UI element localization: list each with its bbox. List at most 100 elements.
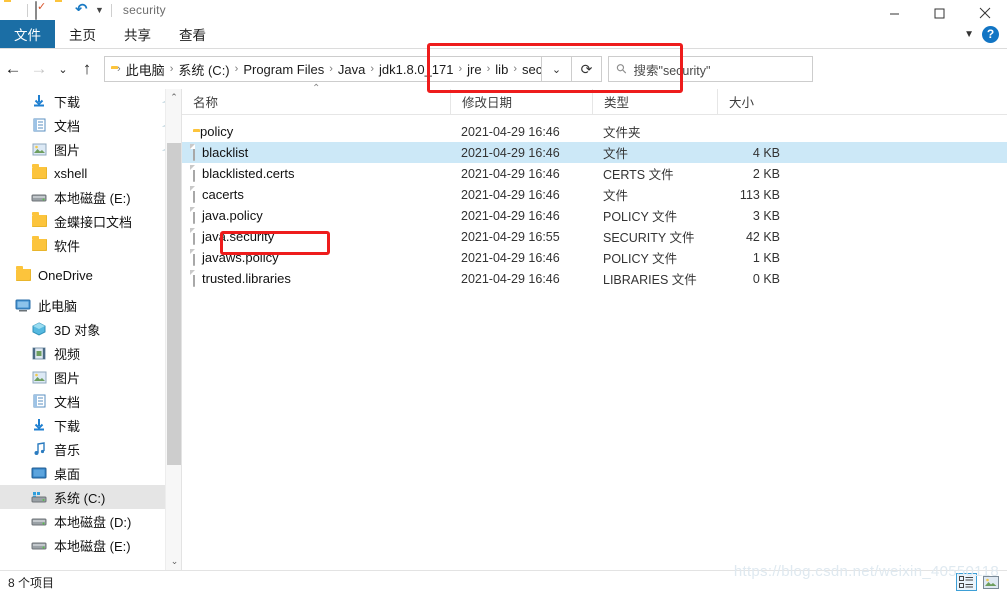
file-name-cell[interactable]: java.security: [182, 228, 450, 245]
sidebar-item-this-pc[interactable]: 此电脑: [0, 293, 182, 317]
sidebar-item-onedrive[interactable]: OneDrive: [0, 263, 182, 287]
scroll-up-icon[interactable]: ⌃: [166, 89, 182, 106]
folder-icon[interactable]: [4, 2, 20, 18]
forward-button[interactable]: →: [26, 56, 52, 82]
sidebar-item-pictures-pc[interactable]: 图片: [0, 365, 182, 389]
undo-icon[interactable]: ↶: [75, 2, 91, 18]
tab-view[interactable]: 查看: [165, 20, 220, 48]
table-row[interactable]: trusted.libraries 2021-04-29 16:46 LIBRA…: [182, 268, 1007, 289]
address-dropdown-icon[interactable]: ⌄: [542, 56, 572, 82]
address-bar-row: ← → ⌄ ↑ › 此电脑 › 系统 (C:) › Program Files …: [0, 49, 1007, 89]
sidebar-item-videos[interactable]: 视频: [0, 341, 182, 365]
sidebar-item-label: 视频: [54, 346, 81, 362]
breadcrumb-item-1[interactable]: 系统 (C:): [175, 60, 232, 79]
sidebar-item-3d-objects[interactable]: 3D 对象: [0, 317, 182, 341]
table-row[interactable]: policy 2021-04-29 16:46 文件夹: [182, 121, 1007, 142]
tab-share[interactable]: 共享: [110, 20, 165, 48]
sidebar-item-documents-pc[interactable]: 文档: [0, 389, 182, 413]
help-icon[interactable]: ?: [982, 25, 999, 43]
file-name-cell[interactable]: cacerts: [182, 186, 450, 203]
column-headers: 名称 ⌃ 修改日期 类型 大小: [182, 83, 1007, 115]
breadcrumb-item-4[interactable]: jdk1.8.0_171: [376, 62, 456, 77]
file-name-label: blacklist: [202, 145, 249, 160]
desktop-icon: [30, 467, 48, 479]
scrollbar-thumb[interactable]: [167, 143, 182, 465]
sidebar-item-downloads-pc[interactable]: 下载: [0, 413, 182, 437]
sidebar-item-label: 音乐: [54, 442, 81, 458]
new-folder-icon[interactable]: [55, 2, 71, 18]
tab-file[interactable]: 文件: [0, 20, 55, 48]
back-button[interactable]: ←: [0, 56, 26, 82]
properties-icon[interactable]: [35, 1, 51, 20]
up-button[interactable]: ↑: [74, 56, 100, 82]
breadcrumb-item-3[interactable]: Java: [335, 62, 368, 77]
breadcrumb-item-5[interactable]: jre: [464, 62, 484, 77]
customize-caret-icon[interactable]: ▼: [95, 5, 104, 15]
sidebar-item-label: 图片: [54, 370, 81, 386]
file-type-cell: SECURITY 文件: [603, 231, 695, 245]
sidebar-scrollbar[interactable]: ⌃ ⌄: [165, 89, 182, 570]
breadcrumb-item-2[interactable]: Program Files: [240, 62, 327, 77]
file-date-cell: 2021-04-29 16:46: [461, 124, 560, 139]
sidebar-item-desktop[interactable]: 桌面: [0, 461, 182, 485]
sidebar-item-local-disk-e2[interactable]: 本地磁盘 (E:): [0, 533, 182, 557]
table-row[interactable]: java.policy 2021-04-29 16:46 POLICY 文件 3…: [182, 205, 1007, 226]
sidebar-item-local-disk-e[interactable]: 本地磁盘 (E:): [0, 185, 182, 209]
breadcrumb-item-0[interactable]: 此电脑: [123, 60, 168, 79]
sidebar-item-label: 金蝶接口文档: [54, 214, 133, 230]
table-row[interactable]: blacklisted.certs 2021-04-29 16:46 CERTS…: [182, 163, 1007, 184]
table-row[interactable]: blacklist 2021-04-29 16:46 文件 4 KB: [182, 142, 1007, 163]
column-header-date[interactable]: 修改日期: [450, 88, 592, 115]
breadcrumb-item-6[interactable]: lib: [492, 62, 511, 77]
sidebar-item-xshell[interactable]: xshell: [0, 161, 182, 185]
file-name-cell[interactable]: blacklist: [182, 144, 450, 161]
file-name-cell[interactable]: javaws.policy: [182, 249, 450, 266]
file-name-cell[interactable]: blacklisted.certs: [182, 165, 450, 182]
scroll-down-icon[interactable]: ⌄: [166, 553, 182, 570]
3d-objects-icon: [30, 322, 48, 336]
file-type-cell: 文件: [603, 147, 629, 161]
file-name-cell[interactable]: java.policy: [182, 207, 450, 224]
search-input[interactable]: ⚲ 搜索"security": [608, 56, 813, 82]
folder-icon: [30, 236, 48, 251]
chevron-down-icon[interactable]: ▼: [964, 29, 974, 40]
column-header-size[interactable]: 大小: [717, 88, 792, 115]
window-title: security: [122, 3, 166, 17]
file-rows: policy 2021-04-29 16:46 文件夹 blacklist 20…: [182, 115, 1007, 289]
column-header-type[interactable]: 类型: [592, 88, 717, 115]
sidebar-item-software[interactable]: 软件: [0, 233, 182, 257]
refresh-icon[interactable]: ⟳: [572, 56, 602, 82]
file-name-label: trusted.libraries: [202, 271, 291, 286]
column-header-name[interactable]: 名称 ⌃: [182, 83, 450, 115]
sidebar-item-downloads[interactable]: 下载 📌: [0, 89, 182, 113]
file-name-cell[interactable]: trusted.libraries: [182, 270, 450, 287]
sidebar-item-label: 文档: [54, 394, 81, 410]
sidebar-item-local-disk-d[interactable]: 本地磁盘 (D:): [0, 509, 182, 533]
file-icon: [193, 186, 195, 203]
sidebar-item-kingdee-docs[interactable]: 金蝶接口文档: [0, 209, 182, 233]
tab-home[interactable]: 主页: [55, 20, 110, 48]
table-row[interactable]: javaws.policy 2021-04-29 16:46 POLICY 文件…: [182, 247, 1007, 268]
file-date-cell: 2021-04-29 16:46: [461, 271, 560, 286]
sidebar-item-documents[interactable]: 文档 📌: [0, 113, 182, 137]
table-row[interactable]: java.security 2021-04-29 16:55 SECURITY …: [182, 226, 1007, 247]
breadcrumb[interactable]: › 此电脑 › 系统 (C:) › Program Files › Java ›…: [104, 56, 542, 82]
watermark: https://blog.csdn.net/weixin_40550118: [733, 563, 999, 580]
file-size-cell: 113 KB: [739, 187, 780, 202]
sidebar-item-system-c[interactable]: 系统 (C:): [0, 485, 182, 509]
sidebar-item-pictures[interactable]: 图片 📌: [0, 137, 182, 161]
sidebar-item-label: 下载: [54, 94, 81, 110]
folder-icon: [30, 164, 48, 179]
main-area: 下载 📌 文档 📌 图片 📌 xshell: [0, 83, 1007, 570]
search-placeholder: 搜索"security": [633, 63, 711, 78]
sort-ascending-icon: ⌃: [312, 82, 321, 94]
breadcrumb-separator-6: ›: [486, 63, 491, 75]
table-row[interactable]: cacerts 2021-04-29 16:46 文件 113 KB: [182, 184, 1007, 205]
sidebar-item-music[interactable]: 音乐: [0, 437, 182, 461]
file-date-cell: 2021-04-29 16:46: [461, 187, 560, 202]
file-name-cell[interactable]: policy: [182, 124, 450, 139]
recent-locations-icon[interactable]: ⌄: [52, 56, 74, 82]
breadcrumb-item-7[interactable]: security: [519, 62, 541, 77]
sidebar-item-label: 本地磁盘 (E:): [54, 538, 131, 554]
documents-icon: [30, 394, 48, 408]
